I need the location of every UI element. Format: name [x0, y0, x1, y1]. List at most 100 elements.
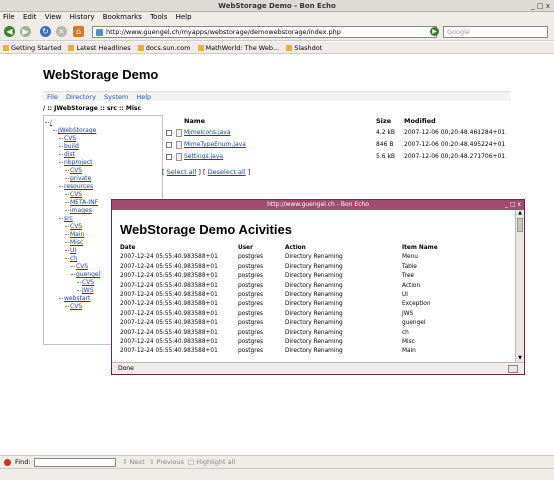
file-name-link[interactable]: MimeIcons.java: [184, 129, 231, 136]
tree-node[interactable]: images: [65, 207, 92, 214]
file-row: Settings.java 5.6 kB 2007-12-06 00:20:48…: [166, 152, 511, 162]
row-date: 2007-12-24 05:55:40.983588+01: [120, 348, 218, 355]
table-row: 2007-12-24 05:55:40.983588+01 postgres Dir…: [120, 330, 515, 339]
home-icon[interactable]: ⌂: [73, 26, 84, 37]
col-header-action: Action: [285, 245, 306, 251]
tree-node[interactable]: webstart: [58, 295, 90, 302]
col-header-name[interactable]: Name: [184, 117, 205, 125]
file-checkbox[interactable]: [166, 154, 172, 160]
tree-node[interactable]: nbproject: [58, 159, 92, 166]
tree-node[interactable]: private: [64, 175, 91, 182]
tree-node[interactable]: UI: [64, 247, 76, 254]
file-modified: 2007-12-06 00:20:48.271706+01: [404, 153, 506, 160]
tree-node[interactable]: dist: [59, 151, 75, 158]
bookmark-latest-headlines[interactable]: Latest Headlines: [68, 44, 131, 52]
popup-titlebar: http://www.guengel.ch - Bon Echo _ □ x: [112, 200, 524, 210]
menu-bookmarks[interactable]: Bookmarks: [103, 13, 142, 21]
row-user: postgres: [238, 263, 264, 270]
tree-node[interactable]: CVS: [76, 279, 94, 286]
bookmarks-toolbar: Getting Started Latest Headlines docs.su…: [0, 42, 554, 54]
close-find-icon[interactable]: [4, 459, 11, 466]
selection-links: [ Select all ] [ Deselect all ]: [162, 168, 250, 176]
stop-icon[interactable]: ×: [56, 26, 67, 37]
activities-popup-window: http://www.guengel.ch - Bon Echo _ □ x W…: [111, 199, 525, 375]
popup-window-controls[interactable]: _ □ x: [505, 200, 521, 210]
select-all-link[interactable]: Select all: [167, 168, 197, 176]
col-header-size[interactable]: Size: [376, 117, 391, 125]
tree-node[interactable]: CVS: [70, 263, 88, 270]
bookmark-slashdot[interactable]: Slashdot: [286, 44, 322, 52]
menu-file[interactable]: File: [3, 13, 15, 21]
bookmark-mathworld[interactable]: MathWorld: The Web...: [197, 44, 279, 52]
menu-tools[interactable]: Tools: [150, 13, 167, 21]
window-title: WebStorage Demo - Bon Echo: [218, 2, 336, 10]
url-bar[interactable]: http://www.guengel.ch/myapps/webstorage/…: [92, 26, 437, 38]
tree-node[interactable]: CVS: [64, 167, 82, 174]
row-user: postgres: [238, 282, 264, 289]
app-menu-system[interactable]: System: [104, 93, 128, 101]
col-header-modified[interactable]: Modified: [404, 117, 436, 125]
row-date: 2007-12-24 05:55:40.983588+01: [120, 254, 218, 261]
table-row: 2007-12-24 05:55:40.983588+01 postgres Dir…: [120, 283, 515, 292]
bookmark-docs-sun[interactable]: docs.sun.com: [137, 44, 190, 52]
row-user: postgres: [238, 301, 264, 308]
search-input[interactable]: Google: [443, 26, 548, 38]
menu-history[interactable]: History: [70, 13, 95, 21]
file-size: 4.2 kB: [376, 129, 396, 136]
row-user: postgres: [238, 338, 264, 345]
tree-node[interactable]: JWS: [77, 287, 94, 294]
back-icon[interactable]: ◀: [4, 26, 15, 37]
file-checkbox[interactable]: [166, 142, 172, 148]
row-item: Main: [402, 348, 416, 355]
bracket-text: ] [: [198, 168, 206, 176]
menu-help[interactable]: Help: [176, 13, 192, 21]
tree-node[interactable]: Main: [64, 231, 84, 238]
menu-edit[interactable]: Edit: [23, 13, 37, 21]
bookmark-getting-started[interactable]: Getting Started: [3, 44, 61, 52]
file-name-link[interactable]: MimeTypeEnum.java: [184, 141, 246, 148]
rss-icon: [68, 45, 75, 51]
file-checkbox[interactable]: [166, 130, 172, 136]
tree-node[interactable]: ch: [64, 255, 77, 262]
col-header-date: Date: [120, 245, 136, 251]
menu-view[interactable]: View: [45, 13, 62, 21]
tree-node[interactable]: Misc: [64, 239, 83, 246]
row-user: postgres: [238, 254, 264, 261]
scrollbar-thumb[interactable]: [517, 218, 523, 232]
deselect-all-link[interactable]: Deselect all: [208, 168, 246, 176]
scroll-down-icon[interactable]: ▼: [516, 355, 524, 362]
tree-node[interactable]: /: [44, 119, 52, 126]
window-controls[interactable]: _ □ x: [531, 0, 550, 12]
app-menu-directory[interactable]: Directory: [66, 93, 96, 101]
file-modified: 2007-12-06 00:20:48.495224+01: [404, 141, 506, 148]
search-placeholder: Google: [447, 28, 470, 36]
scroll-up-icon[interactable]: ▲: [516, 210, 524, 217]
app-menu-help[interactable]: Help: [136, 93, 151, 101]
go-icon[interactable]: ▶: [430, 27, 439, 36]
tree-node[interactable]: build: [59, 143, 79, 150]
tree-node[interactable]: resources: [58, 183, 93, 190]
tree-node[interactable]: CVS: [64, 191, 82, 198]
tree-node[interactable]: CVS: [64, 223, 82, 230]
table-row: 2007-12-24 05:55:40.983588+01 postgres Dir…: [120, 339, 515, 348]
app-menu-file[interactable]: File: [47, 93, 58, 101]
file-name-link[interactable]: Settings.java: [184, 153, 223, 160]
col-header-user: User: [238, 245, 253, 251]
row-date: 2007-12-24 05:55:40.983588+01: [120, 282, 218, 289]
find-input[interactable]: [34, 458, 116, 467]
tree-node[interactable]: META-INF: [64, 199, 98, 206]
url-text: http://www.guengel.ch/myapps/webstorage/…: [106, 28, 341, 36]
forward-icon[interactable]: ▶: [20, 26, 31, 37]
popup-scrollbar[interactable]: ▲ ▼: [515, 210, 524, 362]
row-item: Misc: [402, 338, 415, 345]
reload-icon[interactable]: ↻: [40, 26, 51, 37]
row-date: 2007-12-24 05:55:40.983588+01: [120, 320, 218, 327]
tree-node[interactable]: JWebStorage: [52, 127, 96, 134]
tree-node[interactable]: guengel: [70, 271, 100, 278]
table-row: 2007-12-24 05:55:40.983588+01 postgres Dir…: [120, 320, 515, 329]
tree-node[interactable]: src: [59, 215, 73, 222]
tree-node[interactable]: CVS: [64, 303, 82, 310]
tree-node[interactable]: CVS: [58, 135, 76, 142]
row-item: ch: [402, 329, 409, 336]
table-row: 2007-12-24 05:55:40.983588+01 postgres Dir…: [120, 311, 515, 320]
